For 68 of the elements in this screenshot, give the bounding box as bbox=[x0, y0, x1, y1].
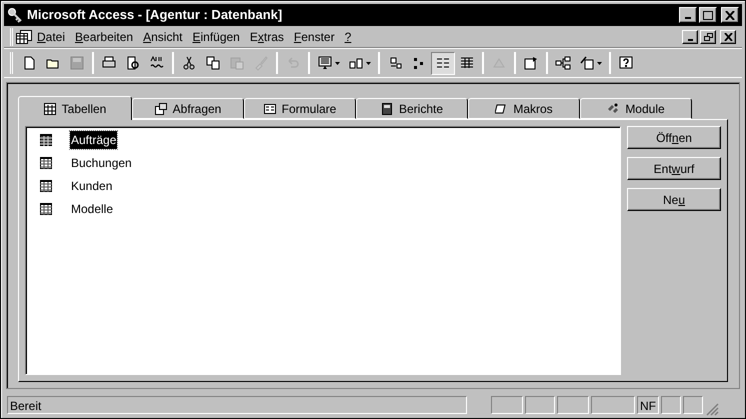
menu-item[interactable]: Ansicht bbox=[138, 28, 188, 46]
maximize-button[interactable] bbox=[699, 7, 717, 23]
table-icon bbox=[40, 180, 52, 192]
form-icon bbox=[264, 102, 276, 114]
query-icon bbox=[154, 102, 167, 114]
list-item[interactable]: Modelle bbox=[40, 200, 114, 218]
tab[interactable]: Tabellen bbox=[18, 96, 132, 120]
module-icon bbox=[607, 102, 620, 114]
tab[interactable]: Formulare bbox=[244, 98, 356, 119]
close-icon bbox=[724, 32, 732, 40]
list-item[interactable]: Kunden bbox=[40, 177, 114, 195]
maximize-icon bbox=[703, 10, 713, 20]
report-icon bbox=[380, 102, 393, 114]
minimize-icon bbox=[685, 17, 691, 19]
tab[interactable]: Makros bbox=[468, 98, 580, 119]
action-button[interactable]: Entwurf bbox=[627, 157, 721, 180]
menu-item[interactable]: Einfügen bbox=[187, 28, 245, 46]
status-panel bbox=[491, 396, 523, 414]
close-button[interactable] bbox=[720, 30, 736, 44]
close-button[interactable] bbox=[721, 7, 739, 23]
caret-icon bbox=[597, 62, 602, 64]
database-window-icon bbox=[16, 28, 32, 44]
properties-icon bbox=[523, 55, 539, 71]
restore-button[interactable] bbox=[700, 30, 716, 44]
relationships-icon bbox=[555, 55, 571, 71]
resize-grip-icon bbox=[705, 402, 719, 416]
minimize-icon bbox=[688, 38, 692, 40]
menu-item[interactable]: Bearbeiten bbox=[70, 28, 138, 46]
table-icon bbox=[44, 102, 56, 114]
menu-item[interactable]: Datei bbox=[32, 28, 70, 46]
status-message: Bereit bbox=[7, 396, 467, 414]
menu-item[interactable]: ? bbox=[340, 28, 356, 46]
brush-icon bbox=[253, 55, 269, 71]
status-panel bbox=[557, 396, 589, 414]
table-icon bbox=[40, 203, 52, 215]
table-icon bbox=[40, 157, 52, 169]
close-icon bbox=[725, 10, 735, 20]
caret-icon bbox=[335, 62, 340, 64]
table-icon bbox=[40, 134, 52, 146]
minimize-button[interactable] bbox=[682, 30, 698, 44]
menu-item[interactable]: Extras bbox=[244, 28, 289, 46]
paste-icon bbox=[229, 55, 245, 71]
status-panel bbox=[525, 396, 555, 414]
action-button[interactable]: Neu bbox=[627, 188, 721, 211]
key-icon bbox=[7, 7, 23, 23]
tab[interactable]: Berichte bbox=[356, 98, 468, 119]
tab[interactable]: Abfragen bbox=[132, 98, 244, 119]
list-view-button[interactable] bbox=[431, 52, 455, 74]
status-panel bbox=[661, 396, 681, 414]
menu-item[interactable]: Fenster bbox=[288, 28, 340, 46]
macro-icon bbox=[495, 102, 508, 114]
action-button[interactable]: Öffnen bbox=[627, 126, 721, 149]
new-object-icon bbox=[579, 55, 595, 71]
minimize-button[interactable] bbox=[679, 7, 697, 23]
tab[interactable]: Module bbox=[580, 98, 692, 119]
status-indicator: NF bbox=[637, 396, 659, 414]
scissors-icon bbox=[181, 55, 197, 71]
caret-icon bbox=[366, 62, 371, 64]
help-icon bbox=[618, 55, 634, 71]
status-panel bbox=[683, 396, 703, 414]
list-item[interactable]: Buchungen bbox=[40, 154, 133, 172]
details-view-icon bbox=[459, 55, 475, 71]
window-title: Microsoft Access - [Agentur : Datenbank] bbox=[27, 6, 284, 24]
copy-icon bbox=[205, 55, 221, 71]
status-panel bbox=[591, 396, 635, 414]
save-icon bbox=[69, 55, 85, 71]
restore-icon bbox=[704, 32, 712, 40]
print-preview-icon bbox=[125, 55, 141, 71]
